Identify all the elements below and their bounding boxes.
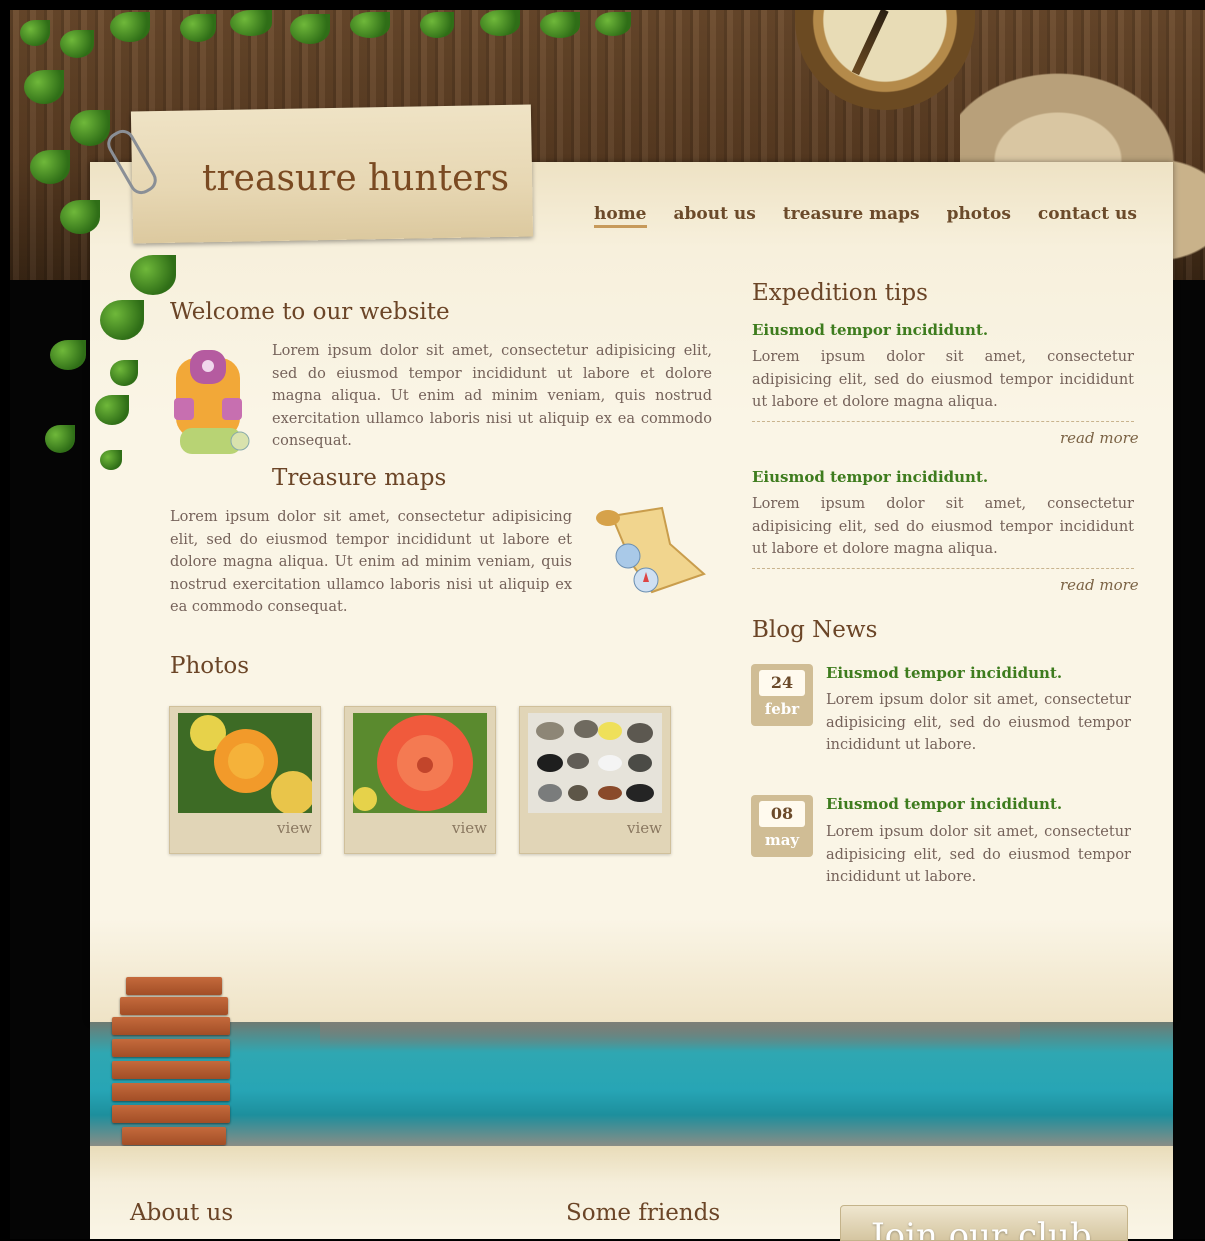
backpack-icon <box>174 350 250 454</box>
red-flower-photo <box>353 713 487 813</box>
treasure-maps-title: Treasure maps <box>272 465 447 491</box>
date-month: may <box>764 831 800 849</box>
photo-card[interactable]: view <box>169 706 321 854</box>
orange-flower-photo <box>178 713 312 813</box>
main-nav: home about us treasure maps photos conta… <box>594 204 1164 228</box>
treasure-maps-text: Lorem ipsum dolor sit amet, consectetur … <box>170 509 572 615</box>
tip-text: Lorem ipsum dolor sit amet, consectetur … <box>752 349 1134 410</box>
blog-text: Lorem ipsum dolor sit amet, consectetur … <box>826 692 1131 753</box>
map-scroll-icon <box>596 506 706 594</box>
nav-home[interactable]: home <box>594 204 647 228</box>
photo-view-link[interactable]: view <box>627 819 662 837</box>
join-club-button[interactable]: Join our club <box>840 1205 1128 1241</box>
blog-news-title: Blog News <box>752 617 878 643</box>
expedition-tips-title: Expedition tips <box>752 280 928 306</box>
nav-photos[interactable]: photos <box>947 204 1011 224</box>
photo-view-link[interactable]: view <box>277 819 312 837</box>
read-more-link[interactable]: read more <box>1060 576 1139 594</box>
blog-heading[interactable]: Eiusmod tempor incididunt. <box>826 664 1062 682</box>
date-day: 08 <box>759 801 805 827</box>
dark-side-right <box>1173 280 1205 1239</box>
photo-view-link[interactable]: view <box>452 819 487 837</box>
read-more-link[interactable]: read more <box>1060 429 1139 447</box>
dark-side-left <box>10 280 90 1239</box>
date-badge: 08 may <box>751 795 813 857</box>
some-friends-title: Some friends <box>566 1200 721 1226</box>
divider <box>752 421 1134 422</box>
date-day: 24 <box>759 670 805 696</box>
date-month: febr <box>764 700 800 718</box>
welcome-title: Welcome to our website <box>170 299 450 325</box>
site-title[interactable]: treasure hunters <box>202 158 509 199</box>
blog-heading[interactable]: Eiusmod tempor incididunt. <box>826 795 1062 813</box>
photo-card[interactable]: view <box>519 706 671 854</box>
tip-text: Lorem ipsum dolor sit amet, consectetur … <box>752 496 1134 557</box>
about-us-title: About us <box>130 1200 234 1226</box>
compass-needle <box>851 10 889 76</box>
wooden-signs-decoration <box>112 975 232 1165</box>
welcome-text: Lorem ipsum dolor sit amet, consectetur … <box>272 343 712 449</box>
nav-contact-us[interactable]: contact us <box>1038 204 1137 224</box>
river-rocks <box>320 1022 1020 1050</box>
photo-card[interactable]: view <box>344 706 496 854</box>
nav-about-us[interactable]: about us <box>674 204 756 224</box>
nav-treasure-maps[interactable]: treasure maps <box>783 204 920 224</box>
date-badge: 24 febr <box>751 664 813 726</box>
photos-title: Photos <box>170 653 250 679</box>
blog-text: Lorem ipsum dolor sit amet, consectetur … <box>826 824 1131 885</box>
divider <box>752 568 1134 569</box>
join-club-label: Join our club <box>871 1216 1092 1241</box>
tip-heading[interactable]: Eiusmod tempor incididunt. <box>752 468 988 486</box>
rock-samples-photo <box>528 713 662 813</box>
tip-heading[interactable]: Eiusmod tempor incididunt. <box>752 321 988 339</box>
